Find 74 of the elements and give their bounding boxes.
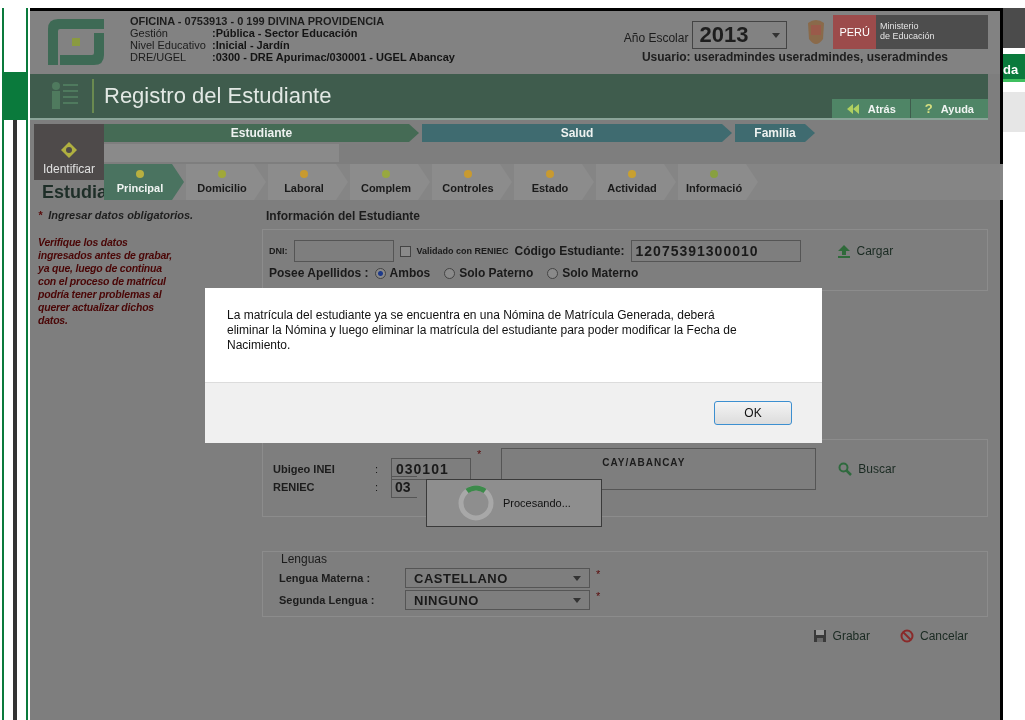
field-label: Ubigeo INEI xyxy=(273,463,336,475)
language-select[interactable]: CASTELLANO xyxy=(405,568,590,588)
cancel-button[interactable]: Cancelar xyxy=(899,629,968,643)
ok-button[interactable]: OK xyxy=(714,401,792,425)
required-note: * Ingresar datos obligatorios. xyxy=(38,209,194,222)
save-button[interactable]: Grabar xyxy=(812,629,870,643)
warning-note: Verifique los datos ingresados antes de grabar, ya que, luego de continua con el proceso de matrícul podría tener problemas al querer actualizar dichos datos. xyxy=(38,236,173,327)
group-title: Lenguas xyxy=(281,552,329,566)
office-name: OFICINA - 0753913 - 0 199 DIVINA PROVIDENCIA xyxy=(130,15,386,27)
student-list-icon xyxy=(50,80,80,112)
checkbox[interactable] xyxy=(399,245,411,257)
ministry-logo: PERÚ Ministerio de Educación xyxy=(833,15,988,49)
field-label: Segunda Lengua : xyxy=(279,594,376,606)
logo-icon xyxy=(46,17,106,67)
loading-text: Procesando... xyxy=(503,497,571,509)
loading-spinner-icon xyxy=(457,484,495,522)
step-tab[interactable]: Complem xyxy=(350,164,430,200)
info-label: Gestión xyxy=(130,27,169,39)
help-button[interactable]: ? Ayuda xyxy=(910,99,988,118)
field-label: DNI: xyxy=(269,246,288,256)
search-icon xyxy=(838,462,853,476)
stage-tab[interactable]: Familia xyxy=(735,124,815,142)
double-arrow-icon xyxy=(845,102,860,115)
student-code-field[interactable]: 12075391300010 xyxy=(630,240,801,262)
field-label: Lengua Materna : xyxy=(279,572,372,584)
step-tab[interactable]: Informació xyxy=(678,164,758,200)
step-tab[interactable]: Laboral xyxy=(268,164,348,200)
dni-field[interactable] xyxy=(293,240,394,262)
stage-tab[interactable]: Salud xyxy=(422,124,732,142)
radio-option[interactable]: Ambos xyxy=(374,266,431,280)
search-button[interactable]: Buscar xyxy=(838,462,896,476)
ubigeo-field[interactable]: 030101 xyxy=(391,458,471,480)
stage-tab[interactable]: Estudiante xyxy=(104,124,419,142)
step-tab[interactable]: Controles xyxy=(432,164,512,200)
radio-option[interactable]: Solo Paterno xyxy=(444,266,534,280)
required-mark: * xyxy=(596,590,601,602)
required-mark: * xyxy=(477,448,482,460)
dialog-message: La matrícula del estudiante ya se encuentra en una Nómina de Matrícula Generada, deberá eliminar la Nómina y luego eliminar la matrícula del estudiante para poder modificar la Fecha de Nacimiento. xyxy=(226,307,738,353)
step-tab[interactable]: Domicilio xyxy=(186,164,266,200)
tab-label: da xyxy=(1003,62,1019,77)
step-tab[interactable]: Actividad xyxy=(596,164,676,200)
field-label: RENIEC xyxy=(273,481,316,493)
caret-icon xyxy=(573,597,581,603)
load-button[interactable]: Cargar xyxy=(836,244,894,258)
upload-icon xyxy=(836,244,851,258)
radio-option[interactable]: Solo Materno xyxy=(547,266,639,280)
reniec-field[interactable]: 03 xyxy=(391,476,417,498)
colon: : xyxy=(375,463,380,475)
language-select[interactable]: NINGUNO xyxy=(405,590,590,610)
crosshair-icon xyxy=(61,142,77,158)
info-label: Nivel Educativo xyxy=(130,39,207,51)
step-tab[interactable]: Principal xyxy=(104,164,184,200)
back-button[interactable]: Atrás xyxy=(831,99,910,118)
step-tab[interactable]: Estado xyxy=(514,164,594,200)
identify-button[interactable]: Identificar xyxy=(34,124,104,180)
question-mark-icon: ? xyxy=(924,101,933,116)
caret-icon xyxy=(772,32,781,38)
info-label: DRE/UGEL xyxy=(130,51,188,63)
section-title: Información del Estudiante xyxy=(266,209,422,223)
info-value: :Pública - Sector Educación xyxy=(212,27,358,39)
user-name: Usuario: useradmindes useradmindes, useradmindes xyxy=(641,50,948,64)
field-label: Código Estudiante: xyxy=(514,244,625,258)
info-value: :0300 - DRE Apurimac/030001 - UGEL Abancay xyxy=(212,51,455,63)
section-heading: Estudia xyxy=(42,182,104,203)
prohibited-icon xyxy=(899,629,914,643)
field-label: Posee Apellidos : xyxy=(269,266,369,280)
page-title: Registro del Estudiante xyxy=(104,83,332,109)
caret-icon xyxy=(573,575,581,581)
year-label: Año Escolar xyxy=(623,31,689,45)
colon: : xyxy=(375,481,380,493)
required-mark: * xyxy=(596,568,601,580)
checkbox-label: Validado con RENIEC xyxy=(416,246,509,256)
info-value: :Inicial - Jardín xyxy=(212,39,290,51)
year-select[interactable]: 2013 xyxy=(692,21,788,49)
